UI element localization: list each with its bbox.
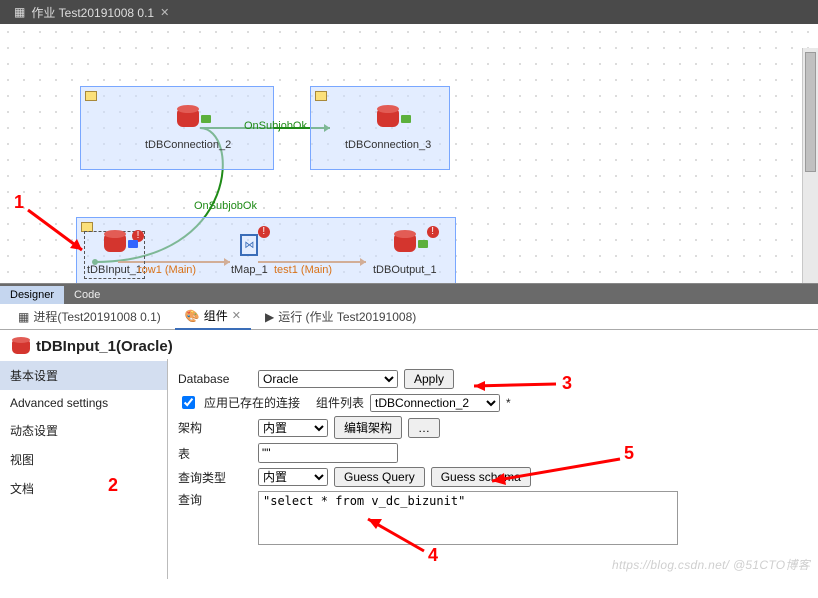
component-label: tMap_1 [231, 264, 268, 276]
component-tmap1[interactable]: ! ⋈ tMap_1 [231, 234, 268, 276]
nav-advanced-settings[interactable]: Advanced settings [0, 390, 167, 416]
nav-basic-settings[interactable]: 基本设置 [0, 361, 167, 390]
job-tab[interactable]: ▦ 作业 Test20191008 0.1 ✕ [4, 1, 179, 24]
designer-code-tabs: Designer Code [0, 284, 818, 304]
edit-schema-button[interactable]: 编辑架构 [334, 416, 402, 439]
query-textarea[interactable]: "select * from v_dc_bizunit" [258, 491, 678, 545]
tab-component[interactable]: 🎨 组件 ✕ [175, 303, 251, 330]
close-icon[interactable]: ✕ [160, 6, 169, 19]
query-type-label: 查询类型 [178, 469, 252, 486]
component-label: tDBInput_1 [87, 264, 142, 276]
component-tdbconnection3[interactable]: tDBConnection_3 [345, 109, 431, 151]
close-icon[interactable]: ✕ [232, 309, 241, 322]
settings-nav: 基本设置 Advanced settings 动态设置 视图 文档 2 [0, 359, 168, 579]
component-tdboutput1[interactable]: ! tDBOutput_1 [373, 234, 437, 276]
required-asterisk: * [506, 396, 511, 410]
error-icon: ! [427, 226, 439, 238]
query-label: 查询 [178, 491, 252, 508]
tab-process[interactable]: ▦ 进程(Test20191008 0.1) [8, 304, 171, 329]
process-icon: ▦ [18, 310, 29, 324]
job-tab-label: 作业 Test20191008 0.1 [31, 4, 154, 21]
schema-dialog-button[interactable]: … [408, 418, 440, 438]
tab-component-label: 组件 [204, 307, 228, 324]
schema-label: 架构 [178, 419, 252, 436]
guess-query-button[interactable]: Guess Query [334, 467, 425, 487]
component-title: tDBInput_1(Oracle) [36, 338, 173, 355]
play-icon: ▶ [265, 310, 274, 324]
use-existing-connection-checkbox[interactable] [182, 396, 195, 409]
tab-process-label: 进程(Test20191008 0.1) [33, 308, 160, 325]
component-title-bar: tDBInput_1(Oracle) [0, 330, 818, 359]
tab-designer[interactable]: Designer [0, 286, 64, 304]
nav-doc[interactable]: 文档 [0, 474, 167, 503]
settings-form: Database Oracle Apply 应用已存在的连接 组件列表 tDBC… [168, 359, 818, 579]
db-icon [12, 340, 30, 354]
annotation-1: 1 [14, 192, 24, 213]
component-tdbinput1[interactable]: ! tDBInput_1 [87, 234, 142, 276]
palette-icon: 🎨 [185, 309, 200, 323]
annotation-4: 4 [428, 545, 438, 565]
tab-code[interactable]: Code [64, 286, 110, 304]
table-input[interactable] [258, 443, 398, 463]
editor-tabbar: ▦ 作业 Test20191008 0.1 ✕ [0, 0, 818, 24]
schema-select[interactable]: 内置 [258, 419, 328, 437]
component-tdbconnection2[interactable]: tDBConnection_2 [145, 109, 231, 151]
database-select[interactable]: Oracle [258, 370, 398, 388]
component-settings: 基本设置 Advanced settings 动态设置 视图 文档 2 Data… [0, 359, 818, 579]
use-existing-connection-label: 应用已存在的连接 [204, 394, 300, 411]
canvas-scrollbar[interactable] [802, 48, 818, 283]
component-label: tDBConnection_3 [345, 139, 431, 151]
subjob-main[interactable]: ! tDBInput_1 ! ⋈ tMap_1 ! tDBOutput_1 [76, 217, 456, 284]
subjob-conn3[interactable]: tDBConnection_3 [310, 86, 450, 170]
database-label: Database [178, 372, 252, 386]
nav-view[interactable]: 视图 [0, 445, 167, 474]
query-type-select[interactable]: 内置 [258, 468, 328, 486]
design-canvas[interactable]: tDBConnection_2 tDBConnection_3 ! tDBInp… [0, 24, 818, 284]
watermark-text: https://blog.csdn.net/ @51CTO博客 [612, 556, 810, 573]
lower-tab-bar: ▦ 进程(Test20191008 0.1) 🎨 组件 ✕ ▶ 运行 (作业 T… [0, 304, 818, 330]
guess-schema-button[interactable]: Guess schema [431, 467, 531, 487]
component-label: tDBConnection_2 [145, 139, 231, 151]
component-list-label: 组件列表 [316, 394, 364, 411]
nav-dynamic-settings[interactable]: 动态设置 [0, 416, 167, 445]
table-label: 表 [178, 445, 252, 462]
subjob-conn2[interactable]: tDBConnection_2 [80, 86, 274, 170]
apply-button[interactable]: Apply [404, 369, 454, 389]
job-icon: ▦ [14, 5, 25, 19]
link-label-onsubjobok: OnSubjobOk [194, 200, 257, 212]
component-list-select[interactable]: tDBConnection_2 [370, 394, 500, 412]
component-label: tDBOutput_1 [373, 264, 437, 276]
tab-run-label: 运行 (作业 Test20191008) [278, 308, 416, 325]
tab-run[interactable]: ▶ 运行 (作业 Test20191008) [255, 304, 426, 329]
